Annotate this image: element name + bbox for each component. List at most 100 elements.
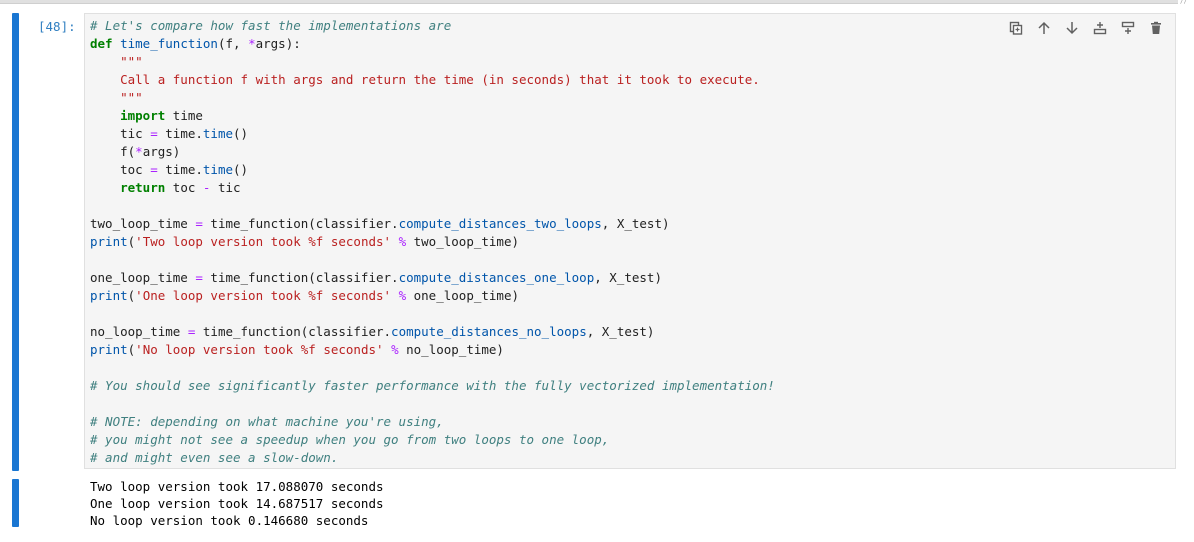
code-token: # and might even see a slow-down. xyxy=(90,450,339,465)
arrow-down-icon xyxy=(1066,22,1078,35)
code-token: no_loop_time) xyxy=(398,342,504,357)
code-token: time_function(classifier. xyxy=(202,270,399,285)
previous-cell-bottom-edge xyxy=(0,0,1178,4)
code-token: compute_distances_one_loop xyxy=(398,270,595,285)
code-token: = xyxy=(195,270,203,285)
insert-above-icon xyxy=(1093,22,1107,35)
output-line: No loop version took 0.146680 seconds xyxy=(90,513,369,528)
code-line: no_loop_time = time_function(classifier.… xyxy=(90,323,775,341)
code-content[interactable]: # Let's compare how fast the implementat… xyxy=(90,17,775,467)
code-token: * xyxy=(135,144,143,159)
code-token: 'No loop version took %f seconds' xyxy=(135,342,384,357)
code-token: compute_distances_no_loops xyxy=(391,324,587,339)
code-token: f( xyxy=(90,144,136,159)
resize-grip-icon: // xyxy=(1180,0,1188,5)
code-token: , X_test) xyxy=(601,216,670,231)
code-token: one_loop_time xyxy=(90,270,196,285)
code-token: () xyxy=(233,162,249,177)
code-line: print('One loop version took %f seconds'… xyxy=(90,287,775,305)
code-token: # Let's compare how fast the implementat… xyxy=(90,18,452,33)
code-token: return xyxy=(120,180,166,195)
code-token: = xyxy=(195,216,203,231)
code-token: % xyxy=(398,288,407,303)
code-line: return toc - tic xyxy=(90,179,775,197)
code-line: one_loop_time = time_function(classifier… xyxy=(90,269,775,287)
code-line: """ xyxy=(90,53,775,71)
code-token: tic xyxy=(210,180,241,195)
code-token: % xyxy=(398,234,407,249)
arrow-up-icon xyxy=(1038,21,1050,34)
code-token: # you might not see a speedup when you g… xyxy=(90,432,610,447)
delete-cell-button[interactable] xyxy=(1142,18,1170,38)
code-line: f(*args) xyxy=(90,143,775,161)
execution-count-prompt: [48]: xyxy=(38,19,76,34)
code-token: print xyxy=(90,342,128,357)
code-line: # you might not see a speedup when you g… xyxy=(90,431,775,449)
code-token: () xyxy=(233,126,249,141)
code-token: # NOTE: depending on what machine you're… xyxy=(90,414,444,429)
code-token: print xyxy=(90,234,128,249)
code-line: print('No loop version took %f seconds' … xyxy=(90,341,775,359)
output-collapser[interactable] xyxy=(12,479,19,527)
code-token: time xyxy=(165,108,203,123)
active-cell-collapser[interactable] xyxy=(12,13,19,471)
code-line: """ xyxy=(90,89,775,107)
move-up-button[interactable] xyxy=(1030,18,1058,38)
code-token: toc xyxy=(90,162,151,177)
code-token: 'Two loop version took %f seconds' xyxy=(135,234,392,249)
code-token: # You should see significantly faster pe… xyxy=(90,378,775,393)
code-token: no_loop_time xyxy=(90,324,188,339)
trash-icon xyxy=(1151,21,1161,34)
code-token: time_function(classifier. xyxy=(195,324,392,339)
code-token: time_function xyxy=(120,36,218,51)
code-token: import xyxy=(120,108,166,123)
code-line: import time xyxy=(90,107,775,125)
code-token: , X_test) xyxy=(586,324,655,339)
code-line: tic = time.time() xyxy=(90,125,775,143)
code-token: time_function(classifier. xyxy=(202,216,399,231)
code-line: two_loop_time = time_function(classifier… xyxy=(90,215,775,233)
code-token: (f, xyxy=(217,36,249,51)
cell-toolbar xyxy=(1002,18,1170,38)
code-token: two_loop_time) xyxy=(406,234,519,249)
code-token: def xyxy=(90,36,113,51)
code-token: = xyxy=(150,162,158,177)
code-line: # Let's compare how fast the implementat… xyxy=(90,17,775,35)
code-token: % xyxy=(391,342,399,357)
code-line: toc = time.time() xyxy=(90,161,775,179)
insert-above-button[interactable] xyxy=(1086,18,1114,38)
code-token: print xyxy=(90,288,128,303)
output-line: Two loop version took 17.088070 seconds xyxy=(90,479,384,494)
code-line: # and might even see a slow-down. xyxy=(90,449,775,467)
code-token: tic xyxy=(90,126,151,141)
code-line: Call a function f with args and return t… xyxy=(90,71,775,89)
move-down-button[interactable] xyxy=(1058,18,1086,38)
code-token: """ xyxy=(90,90,143,105)
code-token: time xyxy=(202,162,234,177)
code-token: two_loop_time xyxy=(90,216,196,231)
code-token: = xyxy=(150,126,158,141)
duplicate-icon xyxy=(1009,21,1023,35)
code-token: , X_test) xyxy=(594,270,662,285)
code-token: time xyxy=(202,126,234,141)
duplicate-cell-button[interactable] xyxy=(1002,18,1030,38)
insert-below-button[interactable] xyxy=(1114,18,1142,38)
code-token: time. xyxy=(157,126,203,141)
cell-output: Two loop version took 17.088070 seconds O… xyxy=(90,478,384,529)
code-token: args): xyxy=(255,36,301,51)
code-token: toc xyxy=(165,180,203,195)
code-token: one_loop_time) xyxy=(406,288,519,303)
output-line: One loop version took 14.687517 seconds xyxy=(90,496,384,511)
code-line: # You should see significantly faster pe… xyxy=(90,377,775,395)
